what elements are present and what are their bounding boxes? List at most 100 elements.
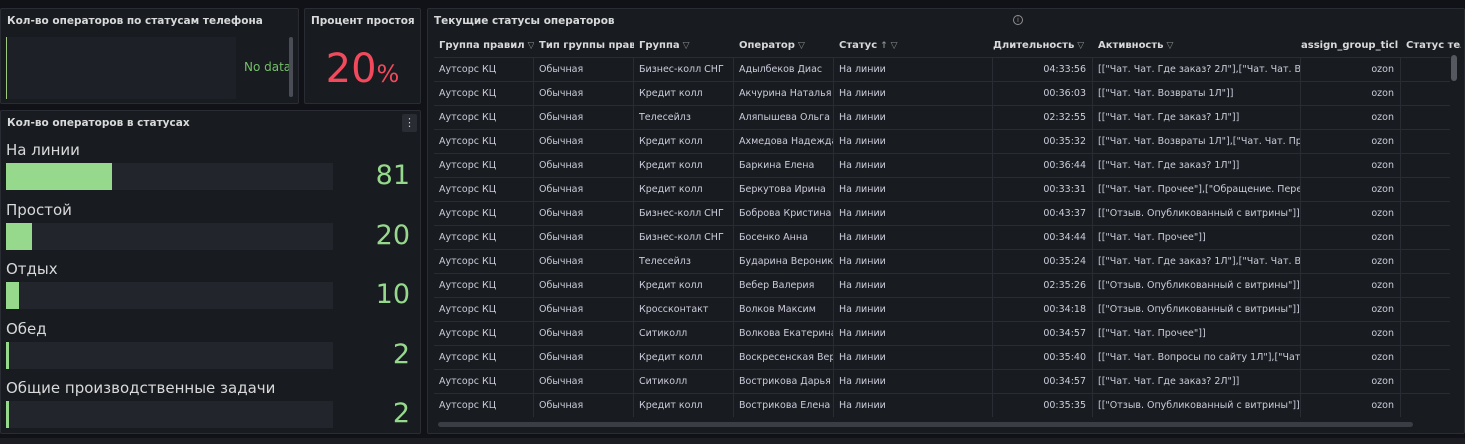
table-row[interactable]: Аутсорс КЦ Обычная Кредит колл Акчурина Нат… [434, 81, 1450, 105]
table-cell: [["Чат. Чат. Где заказ? 1Л"]] [1093, 106, 1301, 129]
table-cell: Обычная [534, 394, 634, 417]
table-row[interactable]: Аутсорс КЦ Обычная Кроссконтакт Волков Макс… [434, 297, 1450, 321]
horizontal-scrollbar[interactable] [438, 422, 1413, 427]
table-cell: Обычная [534, 58, 634, 81]
resize-handle[interactable] [288, 103, 294, 104]
table-cell: [["Чат. Чат. Где заказ? 1Л"]] [1093, 154, 1301, 177]
table-row[interactable]: Аутсорс КЦ Обычная Ситиколл Волкова Екатери… [434, 321, 1450, 345]
bottom-bar [0, 438, 1465, 444]
table-cell: Обычная [534, 346, 634, 369]
table-cell: 00:34:57 [993, 322, 1093, 345]
table-cell: Бударина Вероника [734, 250, 834, 273]
column-header[interactable]: Тип группы прав▽ [534, 35, 634, 57]
table-cell: 04:33:56 [993, 58, 1093, 81]
operators-table-panel: Текущие статусы операторов i Группа прав… [427, 8, 1465, 434]
legend-scrollbar[interactable] [289, 37, 293, 97]
table-row[interactable]: Аутсорс КЦ Обычная Бизнес-колл СНГ Адылбеко… [434, 57, 1450, 81]
table-cell-empty [1401, 394, 1450, 417]
table-cell: [["Отзыв. Опубликованный с витрины"]] [1093, 202, 1301, 225]
table-row[interactable]: Аутсорс КЦ Обычная Кредит колл Ахмедова Над… [434, 129, 1450, 153]
status-bar-track [6, 163, 333, 190]
table-cell: ozon [1301, 58, 1401, 81]
table-cell: Кредит колл [634, 394, 734, 417]
table-cell: [["Чат. Чат. Возвраты 1Л"],["Чат. Чат. П… [1093, 130, 1301, 153]
status-count: 81 [375, 160, 410, 191]
table-cell: На линии [834, 154, 993, 177]
table-cell: На линии [834, 130, 993, 153]
table-row[interactable]: Аутсорс КЦ Обычная Кредит колл Баркина Елен… [434, 153, 1450, 177]
sort-asc-icon[interactable]: ↑ [880, 35, 888, 57]
table-cell: Бизнес-колл СНГ [634, 226, 734, 249]
column-header[interactable]: Статус теле [1401, 35, 1461, 57]
column-header[interactable]: Активность ▽ [1093, 35, 1301, 57]
column-header-label: Статус [839, 40, 878, 51]
column-header-label: Статус теле [1406, 40, 1461, 51]
table-cell-empty [1401, 82, 1450, 105]
column-header-label: Тип группы прав [539, 40, 634, 51]
plot-area [6, 37, 236, 99]
table-cell: ozon [1301, 274, 1401, 297]
table-cell-empty [1401, 130, 1450, 153]
table-row[interactable]: Аутсорс КЦ Обычная Кредит колл Вострикова Е… [434, 393, 1450, 417]
filter-icon[interactable]: ▽ [683, 35, 690, 57]
phone-status-panel: Кол-во операторов по статусам телефона N… [0, 8, 299, 104]
column-header[interactable]: Статус ↑ ▽ [834, 35, 993, 57]
table-cell: Аутсорс КЦ [434, 154, 534, 177]
table-row[interactable]: Аутсорс КЦ Обычная Бизнес-колл СНГ Боброва … [434, 201, 1450, 225]
info-icon[interactable]: i [1013, 15, 1023, 25]
table-row[interactable]: Аутсорс КЦ Обычная Кредит колл Воскресенска… [434, 345, 1450, 369]
status-label: Общие производственные задачи [6, 379, 276, 397]
table-row[interactable]: Аутсорс КЦ Обычная Кредит колл Беркутова Ир… [434, 177, 1450, 201]
panel-menu-icon[interactable]: ⋮ [402, 114, 417, 132]
table-cell: Бизнес-колл СНГ [634, 58, 734, 81]
table-cell: Ахмедова Надежда [734, 130, 834, 153]
status-bar-fill [6, 163, 112, 190]
status-bar-fill [6, 282, 19, 309]
table-cell: Аутсорс КЦ [434, 322, 534, 345]
table-cell: Беркутова Ирина [734, 178, 834, 201]
status-row: Обед 2 [6, 320, 416, 376]
table-cell-empty [1401, 370, 1450, 393]
table-cell: Кредит колл [634, 178, 734, 201]
table-cell: [["Чат. Чат. Где заказ? 2Л"],["Чат. Чат.… [1093, 58, 1301, 81]
status-count: 10 [375, 279, 410, 310]
table-cell: ozon [1301, 370, 1401, 393]
column-header[interactable]: Длительность ▽ [993, 35, 1093, 57]
status-bar-track [6, 401, 333, 428]
column-header[interactable]: Группа ▽ [634, 35, 734, 57]
table-row[interactable]: Аутсорс КЦ Обычная Бизнес-колл СНГ Босенко … [434, 225, 1450, 249]
filter-icon[interactable]: ▽ [798, 35, 805, 57]
table-cell-empty [1401, 274, 1450, 297]
panel-title: Кол-во операторов по статусам телефона [7, 15, 263, 27]
table-row[interactable]: Аутсорс КЦ Обычная Кредит колл Вебер Валери… [434, 273, 1450, 297]
vertical-scrollbar[interactable] [1451, 55, 1457, 81]
table-cell: На линии [834, 178, 993, 201]
table-row[interactable]: Аутсорс КЦ Обычная Телесейлз Бударина Верон… [434, 249, 1450, 273]
filter-icon[interactable]: ▽ [891, 35, 898, 57]
table-row[interactable]: Аутсорс КЦ Обычная Телесейлз Аляпышева Ольг… [434, 105, 1450, 129]
table-cell: [["Чат. Чат. Прочее"]] [1093, 322, 1301, 345]
column-header-label: Оператор [739, 40, 795, 51]
table-cell: 02:32:55 [993, 106, 1093, 129]
table-cell: Вострикова Елена [734, 394, 834, 417]
table-cell: ozon [1301, 202, 1401, 225]
filter-icon[interactable]: ▽ [1077, 35, 1084, 57]
filter-icon[interactable]: ▽ [1166, 35, 1173, 57]
table-cell: Кредит колл [634, 130, 734, 153]
column-header[interactable]: Оператор ▽ [734, 35, 834, 57]
table-cell: Кредит колл [634, 82, 734, 105]
table-cell: Адылбеков Диас [734, 58, 834, 81]
table-cell: Босенко Анна [734, 226, 834, 249]
table-cell: Вебер Валерия [734, 274, 834, 297]
table-row[interactable]: Аутсорс КЦ Обычная Ситиколл Вострикова Дарь… [434, 369, 1450, 393]
table-cell: Акчурина Наталья [734, 82, 834, 105]
column-header[interactable]: Группа правил ▽ [434, 35, 534, 57]
idle-percent-value: 20% [305, 47, 420, 96]
table-cell: ozon [1301, 394, 1401, 417]
column-header[interactable]: assign_group_ticl▽ [1301, 35, 1401, 57]
table-cell: Аутсорс КЦ [434, 394, 534, 417]
table-cell: Кредит колл [634, 346, 734, 369]
table-cell: Обычная [534, 370, 634, 393]
table-cell: Аутсорс КЦ [434, 130, 534, 153]
table-cell: На линии [834, 82, 993, 105]
